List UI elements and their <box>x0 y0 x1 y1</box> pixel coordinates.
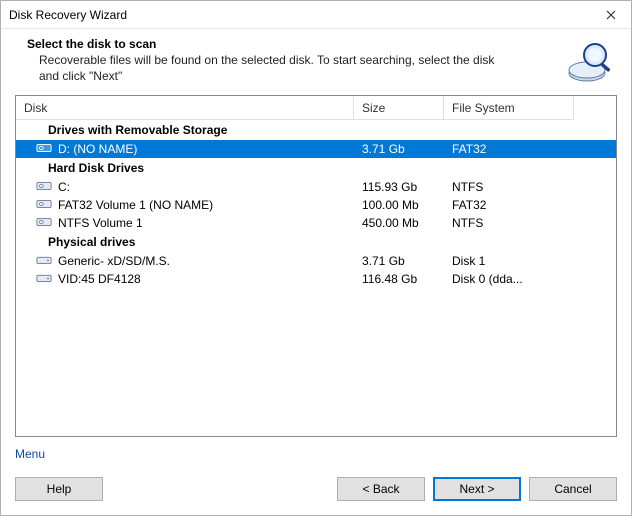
back-button[interactable]: < Back <box>337 477 425 501</box>
column-disk[interactable]: Disk <box>16 96 354 120</box>
wizard-window: Disk Recovery Wizard Select the disk to … <box>0 0 632 516</box>
titlebar: Disk Recovery Wizard <box>1 1 631 29</box>
disk-name: NTFS Volume 1 <box>58 216 143 230</box>
column-filesystem[interactable]: File System <box>444 96 574 120</box>
column-headers: Disk Size File System <box>16 96 616 120</box>
button-bar: Help < Back Next > Cancel <box>1 467 631 515</box>
close-icon <box>606 10 616 20</box>
disk-fs: FAT32 <box>444 142 574 156</box>
window-title: Disk Recovery Wizard <box>9 8 591 22</box>
table-row[interactable]: C: 115.93 GbNTFS <box>16 178 616 196</box>
disk-fs: NTFS <box>444 216 574 230</box>
close-button[interactable] <box>591 1 631 29</box>
wizard-header: Select the disk to scan Recoverable file… <box>1 29 631 95</box>
page-subtext: Recoverable files will be found on the s… <box>27 53 497 84</box>
disk-name: VID:45 DF4128 <box>58 272 141 286</box>
table-row[interactable]: NTFS Volume 1 450.00 MbNTFS <box>16 214 616 232</box>
physical-disk-icon <box>36 253 52 270</box>
disk-list: Disk Size File System Drives with Remova… <box>15 95 617 437</box>
group-header: Drives with Removable Storage <box>16 120 616 140</box>
drive-icon <box>36 197 52 214</box>
table-row[interactable]: VID:45 DF4128 116.48 GbDisk 0 (dda... <box>16 270 616 288</box>
physical-disk-icon <box>36 271 52 288</box>
column-size[interactable]: Size <box>354 96 444 120</box>
drive-icon <box>36 141 52 158</box>
list-body: Drives with Removable StorageD: (NO NAME… <box>16 120 616 436</box>
magnifier-disk-icon <box>565 37 613 85</box>
disk-size: 3.71 Gb <box>354 254 444 268</box>
table-row[interactable]: Generic- xD/SD/M.S. 3.71 GbDisk 1 <box>16 252 616 270</box>
disk-size: 450.00 Mb <box>354 216 444 230</box>
menu-link[interactable]: Menu <box>1 437 631 467</box>
disk-fs: FAT32 <box>444 198 574 212</box>
help-button[interactable]: Help <box>15 477 103 501</box>
disk-fs: Disk 0 (dda... <box>444 272 574 286</box>
drive-icon <box>36 179 52 196</box>
table-row[interactable]: D: (NO NAME) 3.71 GbFAT32 <box>16 140 616 158</box>
disk-size: 100.00 Mb <box>354 198 444 212</box>
disk-name: C: <box>58 180 70 194</box>
group-header: Hard Disk Drives <box>16 158 616 178</box>
cancel-button[interactable]: Cancel <box>529 477 617 501</box>
disk-name: D: (NO NAME) <box>58 142 137 156</box>
page-heading: Select the disk to scan <box>27 37 557 51</box>
disk-name: FAT32 Volume 1 (NO NAME) <box>58 198 213 212</box>
next-button[interactable]: Next > <box>433 477 521 501</box>
disk-fs: NTFS <box>444 180 574 194</box>
disk-name: Generic- xD/SD/M.S. <box>58 254 170 268</box>
table-row[interactable]: FAT32 Volume 1 (NO NAME) 100.00 MbFAT32 <box>16 196 616 214</box>
disk-size: 115.93 Gb <box>354 180 444 194</box>
disk-fs: Disk 1 <box>444 254 574 268</box>
disk-size: 116.48 Gb <box>354 272 444 286</box>
group-header: Physical drives <box>16 232 616 252</box>
disk-size: 3.71 Gb <box>354 142 444 156</box>
drive-icon <box>36 215 52 232</box>
